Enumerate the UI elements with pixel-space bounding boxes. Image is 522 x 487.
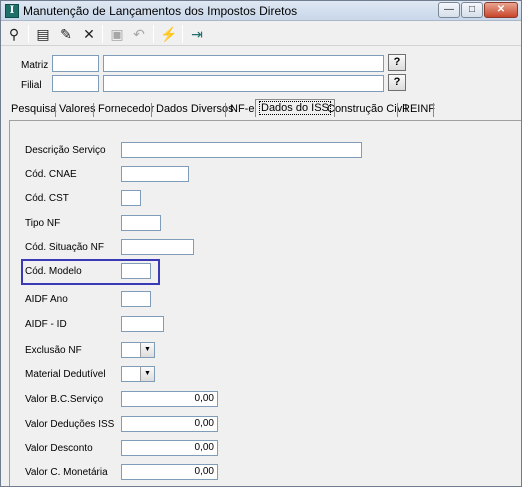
tab-separator	[55, 103, 56, 117]
tab-dados-do-iss[interactable]: Dados do ISS	[255, 99, 335, 117]
cod-modelo-label: Cód. Modelo	[25, 266, 82, 277]
tab-separator	[151, 103, 152, 117]
valor-desconto-field[interactable]: 0,00	[121, 440, 218, 456]
matriz-code-field[interactable]	[52, 55, 99, 72]
aidf-id-label: AIDF - ID	[25, 319, 67, 330]
material-dedutivel-dropdown[interactable]: ▼	[121, 366, 155, 382]
descricao-servico-label: Descrição Serviço	[25, 145, 106, 156]
filial-code-field[interactable]	[52, 75, 99, 92]
matriz-name-field[interactable]	[103, 55, 384, 72]
cod-cst-label: Cód. CST	[25, 193, 69, 204]
main-window: I Manutenção de Lançamentos dos Impostos…	[0, 0, 522, 487]
material-dedutivel-label: Material Dedutível	[25, 369, 106, 380]
save-icon[interactable]: ▣	[107, 24, 127, 44]
descricao-servico-field[interactable]	[121, 142, 362, 158]
toolbar: ⚲ ▤ ✎ ✕ ▣ ↶ ⚡ ⇥	[1, 22, 521, 46]
tab-separator	[397, 103, 398, 117]
toolbar-separator	[182, 25, 183, 43]
cod-situacao-nf-field[interactable]	[121, 239, 194, 255]
toolbar-separator	[102, 25, 103, 43]
window-title: Manutenção de Lançamentos dos Impostos D…	[23, 4, 298, 18]
tab-fornecedor[interactable]: Fornecedor	[96, 102, 156, 118]
aidf-id-field[interactable]	[121, 316, 164, 332]
tab-valores[interactable]: Valores	[57, 102, 97, 118]
undo-icon[interactable]: ↶	[129, 24, 149, 44]
tab-separator	[433, 103, 434, 117]
tab-nf-e[interactable]: NF-e	[228, 102, 256, 118]
aidf-ano-label: AIDF Ano	[25, 294, 68, 305]
chevron-down-icon[interactable]: ▼	[140, 343, 154, 357]
cod-cnae-field[interactable]	[121, 166, 189, 182]
search-icon[interactable]: ⚲	[4, 24, 24, 44]
valor-c-monetaria-field[interactable]: 0,00	[121, 464, 218, 480]
title-bar: I Manutenção de Lançamentos dos Impostos…	[1, 1, 521, 21]
tab-dados-do-iss-label: Dados do ISS	[259, 101, 331, 115]
tab-reinf[interactable]: REINF	[400, 102, 437, 118]
delete-icon[interactable]: ✕	[79, 24, 99, 44]
app-icon: I	[5, 4, 19, 18]
aidf-ano-field[interactable]	[121, 291, 151, 307]
filial-name-field[interactable]	[103, 75, 384, 92]
valor-bc-servico-label: Valor B.C.Serviço	[25, 394, 104, 405]
matriz-label: Matriz	[21, 60, 49, 71]
valor-c-monetaria-label: Valor C. Monetária	[25, 467, 108, 478]
valor-desconto-label: Valor Desconto	[25, 443, 93, 454]
toolbar-separator	[153, 25, 154, 43]
iss-data-panel: Descrição Serviço Cód. CNAE Cód. CST Tip…	[9, 120, 521, 486]
cod-situacao-nf-label: Cód. Situação NF	[25, 242, 104, 253]
valor-bc-servico-field[interactable]: 0,00	[121, 391, 218, 407]
cod-cst-field[interactable]	[121, 190, 141, 206]
new-record-icon[interactable]: ▤	[33, 24, 53, 44]
filial-label: Filial	[21, 80, 42, 91]
edit-icon[interactable]: ✎	[56, 24, 76, 44]
tab-separator	[93, 103, 94, 117]
matriz-lookup-button[interactable]: ?	[388, 54, 406, 71]
tab-strip: Pesquisa Valores Fornecedor Dados Divers…	[1, 99, 521, 119]
valor-deducoes-iss-field[interactable]: 0,00	[121, 416, 218, 432]
close-button[interactable]: ✕	[484, 2, 518, 18]
tab-separator	[225, 103, 226, 117]
minimize-button[interactable]: —	[438, 2, 460, 18]
filter-icon[interactable]: ⚡	[159, 24, 179, 44]
exit-icon[interactable]: ⇥	[187, 24, 207, 44]
tab-dados-diversos[interactable]: Dados Diversos	[154, 102, 236, 118]
maximize-button[interactable]: □	[461, 2, 483, 18]
tipo-nf-field[interactable]	[121, 215, 161, 231]
exclusao-nf-dropdown[interactable]: ▼	[121, 342, 155, 358]
toolbar-separator	[28, 25, 29, 43]
tipo-nf-label: Tipo NF	[25, 218, 61, 229]
exclusao-nf-label: Exclusão NF	[25, 345, 82, 356]
cod-cnae-label: Cód. CNAE	[25, 169, 77, 180]
cod-modelo-field[interactable]	[121, 263, 151, 279]
chevron-down-icon[interactable]: ▼	[140, 367, 154, 381]
tab-pesquisa[interactable]: Pesquisa	[9, 102, 58, 118]
valor-deducoes-iss-label: Valor Deduções ISS	[25, 419, 115, 430]
filial-lookup-button[interactable]: ?	[388, 74, 406, 91]
